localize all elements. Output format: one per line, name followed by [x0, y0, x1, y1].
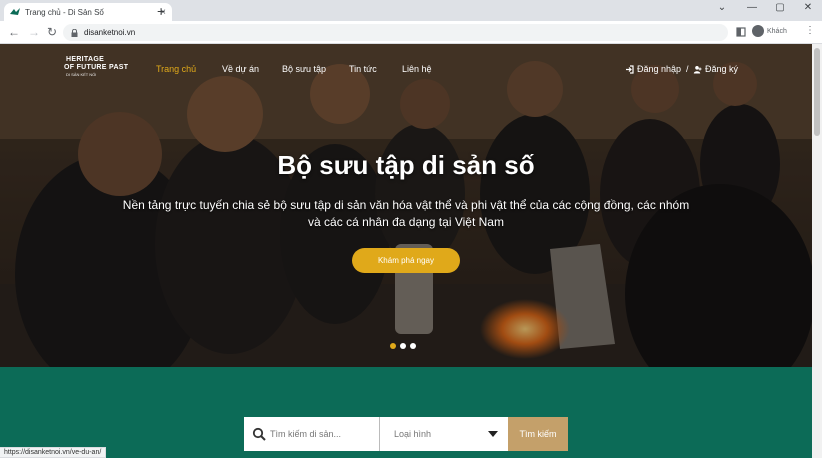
browser-menu-icon[interactable]: ⋮	[805, 25, 815, 36]
profile-avatar-icon	[752, 25, 764, 37]
nav-item-news[interactable]: Tin tức	[349, 64, 377, 74]
scrollbar-thumb[interactable]	[814, 48, 820, 136]
register-link[interactable]: Đăng ký	[693, 64, 738, 74]
status-bar-url: https://disanketnoi.vn/ve-du-an/	[0, 447, 107, 458]
back-button[interactable]: ←	[8, 25, 20, 39]
search-band: Tìm kiếm di sản... Loại hình Tìm kiếm	[0, 367, 812, 458]
site-favicon-icon	[10, 8, 20, 15]
maximize-button[interactable]: ▢	[770, 2, 790, 13]
type-select-value: Loại hình	[394, 429, 432, 439]
auth-separator: /	[686, 64, 689, 74]
site-logo[interactable]: HERITAGE OF FUTURE PAST DI SẢN KẾT NỐI	[64, 56, 136, 88]
browser-tab[interactable]: Trang chủ - Di Sản Số ×	[4, 3, 172, 21]
tab-search-icon[interactable]	[736, 27, 746, 37]
heritage-search-form: Tìm kiếm di sản... Loại hình Tìm kiếm	[244, 417, 568, 451]
explore-now-button[interactable]: Khám phá ngay	[352, 248, 460, 273]
site-navbar: HERITAGE OF FUTURE PAST DI SẢN KẾT NỐI T…	[0, 44, 812, 92]
logo-subtitle: DI SẢN KẾT NỐI	[66, 72, 97, 77]
caret-down-icon	[488, 431, 498, 437]
carousel-dot-2[interactable]	[400, 343, 406, 349]
register-label: Đăng ký	[705, 64, 739, 74]
hero-subtitle: Nền tảng trực tuyến chia sẻ bộ sưu tập d…	[122, 198, 690, 229]
lock-icon	[71, 28, 78, 37]
search-icon	[252, 427, 266, 441]
hero-title: Bộ sưu tập di sản số	[277, 150, 535, 180]
browser-toolbar: ← → ↻ disanketnoi.vn Khách ⋮	[0, 21, 822, 44]
search-placeholder: Tìm kiếm di sản...	[270, 429, 342, 439]
url-text: disanketnoi.vn	[84, 28, 136, 37]
hero-section: HERITAGE OF FUTURE PAST DI SẢN KẾT NỐI T…	[0, 44, 812, 367]
reload-button[interactable]: ↻	[47, 25, 57, 39]
carousel-dots	[390, 343, 416, 349]
profile-button[interactable]: Khách	[752, 25, 787, 37]
login-icon	[626, 64, 634, 74]
search-input[interactable]: Tìm kiếm di sản...	[244, 417, 380, 451]
carousel-dot-3[interactable]	[410, 343, 416, 349]
type-select[interactable]: Loại hình	[380, 417, 508, 451]
tab-search-chevron-icon[interactable]: ⌄	[712, 2, 732, 13]
page-scrollbar[interactable]	[812, 44, 822, 458]
logo-line-1: HERITAGE	[66, 56, 105, 63]
forward-button[interactable]: →	[28, 25, 40, 39]
minimize-button[interactable]: —	[742, 2, 762, 13]
login-label: Đăng nhập	[637, 64, 682, 74]
register-user-icon	[693, 65, 702, 73]
tab-title: Trang chủ - Di Sản Số	[25, 7, 104, 17]
search-button[interactable]: Tìm kiếm	[508, 417, 568, 451]
address-bar[interactable]: disanketnoi.vn	[63, 24, 728, 41]
new-tab-button[interactable]: +	[157, 3, 165, 19]
nav-item-about[interactable]: Về dự án	[222, 64, 259, 74]
close-window-button[interactable]: ✕	[798, 2, 818, 13]
nav-item-contact[interactable]: Liên hệ	[402, 64, 432, 74]
profile-name: Khách	[767, 27, 787, 35]
carousel-dot-1[interactable]	[390, 343, 396, 349]
nav-item-collection[interactable]: Bộ sưu tập	[282, 64, 326, 74]
login-link[interactable]: Đăng nhập	[625, 64, 681, 74]
browser-tab-bar: Trang chủ - Di Sản Số × + ⌄ — ▢ ✕	[0, 0, 822, 21]
nav-item-home[interactable]: Trang chủ	[156, 64, 196, 74]
logo-line-2: OF FUTURE PAST	[64, 64, 129, 71]
